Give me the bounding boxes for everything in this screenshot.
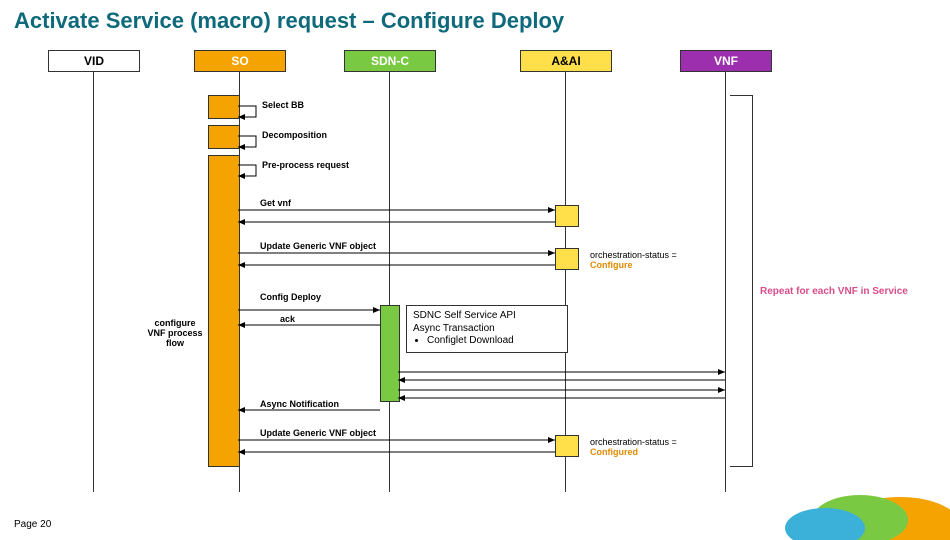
msg-async-notif: Async Notification [260,399,339,409]
lifeline-vnf [725,72,726,492]
page-title: Activate Service (macro) request – Confi… [14,8,564,34]
msg-update-vnf-1: Update Generic VNF object [260,241,376,251]
status-configured: orchestration-status = Configured [590,437,677,457]
status-label-2: orchestration-status = [590,437,677,447]
status-label-1: orchestration-status = [590,250,677,260]
msg-decomposition: Decomposition [262,130,327,140]
activation-aai-1 [555,205,579,227]
activation-so-3 [208,155,240,467]
lane-vnf: VNF [680,50,772,72]
msg-preprocess: Pre-process request [262,160,349,170]
status-configure: orchestration-status = Configure [590,250,677,270]
msg-update-vnf-2: Update Generic VNF object [260,428,376,438]
msg-ack: ack [280,314,295,324]
repeat-label: Repeat for each VNF in Service [760,286,908,297]
activation-so-1 [208,95,240,119]
lifeline-sdnc [389,72,390,492]
decorative-cloud [750,450,950,540]
lane-sdnc: SDN-C [344,50,436,72]
activation-so-2 [208,125,240,149]
note-line-2: Async Transaction [413,323,561,336]
msg-select-bb: Select BB [262,100,304,110]
repeat-bracket [730,95,753,467]
lifeline-vid [93,72,94,492]
lane-aai: A&AI [520,50,612,72]
lane-so: SO [194,50,286,72]
annotation-flow: configure VNF process flow [145,318,205,348]
status-value-2: Configured [590,447,638,457]
activation-sdnc [380,305,400,402]
note-bullet-1: Configlet Download [427,335,561,348]
page-number: Page 20 [14,519,51,530]
lane-vid: VID [48,50,140,72]
status-value-1: Configure [590,260,633,270]
msg-get-vnf: Get vnf [260,198,291,208]
activation-aai-3 [555,435,579,457]
activation-aai-2 [555,248,579,270]
note-sdnc-api: SDNC Self Service API Async Transaction … [406,305,568,353]
msg-config-deploy: Config Deploy [260,292,321,302]
note-line-1: SDNC Self Service API [413,310,561,323]
lifeline-aai [565,72,566,492]
